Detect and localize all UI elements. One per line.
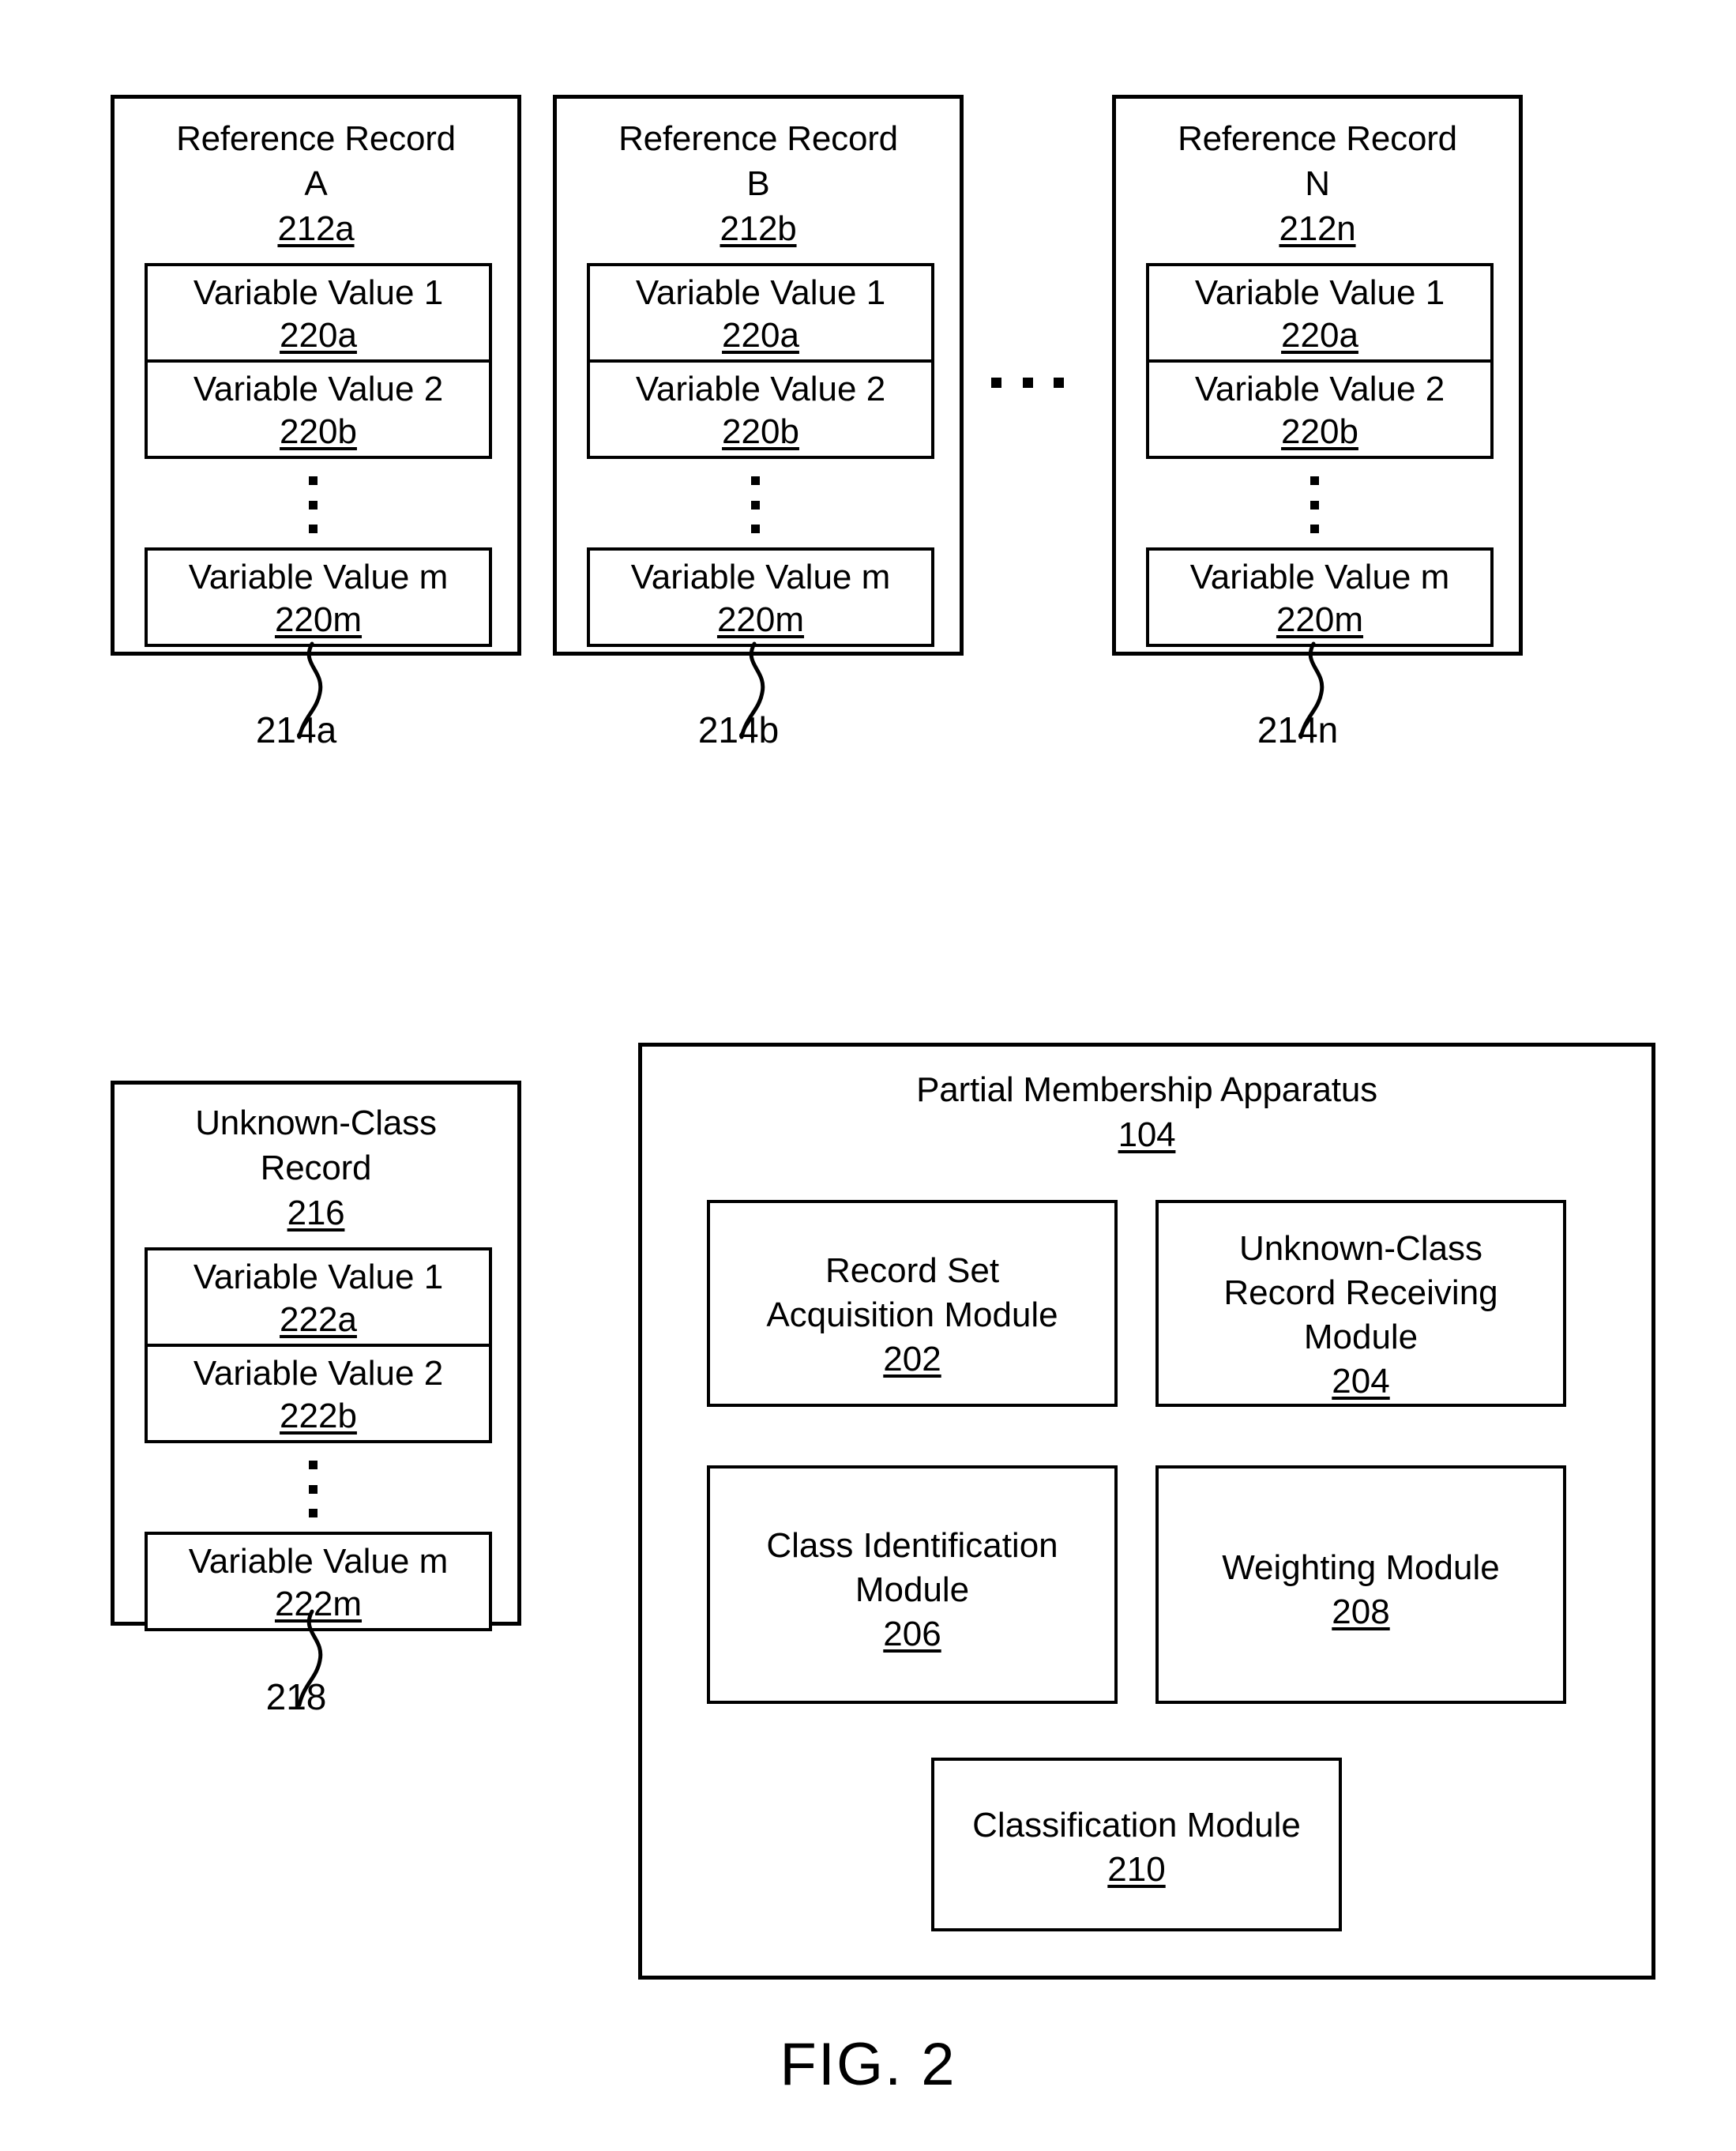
apparatus-ref-number: 104 (1118, 1115, 1176, 1154)
variable-value-label: Variable Value m (630, 558, 891, 596)
variable-value-label: Variable Value 2 (635, 370, 886, 408)
variable-value-label: Variable Value 1 (193, 1258, 444, 1296)
module-ref: 202 (883, 1340, 941, 1378)
apparatus-title: Partial Membership Apparatus (916, 1070, 1377, 1109)
variable-value-label: Variable Value m (1189, 558, 1450, 596)
leader-label-214a: 214a (255, 709, 337, 750)
unknown-class-record: Unknown-Class Record 216 Variable Value … (111, 1081, 521, 1631)
variable-value-label: Variable Value m (188, 1542, 449, 1581)
classification-module: Classification Module 210 (931, 1758, 1342, 1931)
module-label-line1: Record Set (825, 1251, 1000, 1290)
reference-record-b: Reference Record B 212b Variable Value 1… (553, 95, 964, 656)
vertical-ellipsis-icon (751, 476, 760, 533)
horizontal-ellipsis-icon (991, 378, 1064, 388)
variable-value-ref: 222b (280, 1397, 357, 1435)
variable-value-ref: 220a (722, 316, 799, 355)
module-label-line1: Class Identification (766, 1526, 1058, 1565)
leader-label-214b: 214b (697, 709, 780, 750)
module-ref: 210 (1107, 1850, 1166, 1889)
partial-membership-apparatus: Partial Membership Apparatus 104 Record … (638, 1043, 1655, 1980)
module-label-line1: Weighting Module (1222, 1548, 1500, 1587)
record-set-acquisition-module: Record Set Acquisition Module 202 (707, 1200, 1118, 1407)
variable-value-box-220m: Variable Value m 220m (1146, 547, 1494, 647)
variable-value-box-220a: Variable Value 1 220a (145, 263, 492, 363)
variable-value-box-220m: Variable Value m 220m (587, 547, 934, 647)
module-label-line2: Record Receiving (1223, 1273, 1498, 1312)
variable-value-ref: 220b (722, 412, 799, 451)
module-label-line1: Unknown-Class (1238, 1229, 1483, 1268)
variable-value-ref: 220a (280, 316, 357, 355)
variable-value-box-220b: Variable Value 2 220b (587, 359, 934, 459)
vertical-ellipsis-icon (309, 476, 318, 533)
weighting-module: Weighting Module 208 (1155, 1465, 1566, 1704)
module-ref: 204 (1332, 1362, 1390, 1401)
module-label-line2: Module (855, 1570, 970, 1609)
unknown-class-record-ref-number: 216 (287, 1194, 345, 1232)
figure-caption: FIG. 2 (780, 2031, 956, 2098)
vertical-ellipsis-icon (309, 1461, 318, 1517)
vertical-ellipsis-icon (1310, 476, 1319, 533)
module-label-line2: Acquisition Module (766, 1295, 1058, 1334)
variable-value-label: Variable Value 1 (1194, 273, 1445, 312)
reference-record-a-title-line1: Reference Record (176, 119, 456, 158)
module-ref: 208 (1332, 1593, 1390, 1631)
leader-label-214n: 214n (1257, 709, 1339, 750)
reference-record-n: Reference Record N 212n Variable Value 1… (1112, 95, 1523, 656)
reference-record-n-title-line1: Reference Record (1178, 119, 1457, 158)
unknown-class-record-title-line1: Unknown-Class (195, 1104, 437, 1142)
unknown-class-record-receiving-module: Unknown-Class Record Receiving Module 20… (1155, 1200, 1566, 1407)
variable-value-box-222a: Variable Value 1 222a (145, 1247, 492, 1347)
variable-value-ref: 220b (280, 412, 357, 451)
unknown-class-record-title-line2: Record (260, 1149, 372, 1187)
variable-value-label: Variable Value 1 (635, 273, 886, 312)
class-identification-module: Class Identification Module 206 (707, 1465, 1118, 1704)
variable-value-label: Variable Value 2 (193, 370, 444, 408)
reference-record-a-title-line2: A (304, 164, 328, 203)
figure-canvas: Reference Record A 212a Variable Value 1… (0, 0, 1736, 2151)
variable-value-ref: 222a (280, 1300, 357, 1339)
variable-value-box-220a: Variable Value 1 220a (1146, 263, 1494, 363)
variable-value-ref: 220m (1276, 600, 1364, 639)
module-label-line3: Module (1303, 1318, 1418, 1356)
reference-record-a-ref-number: 212a (277, 209, 355, 248)
variable-value-box-220b: Variable Value 2 220b (145, 359, 492, 459)
reference-record-n-title-line2: N (1305, 164, 1330, 203)
reference-record-a: Reference Record A 212a Variable Value 1… (111, 95, 521, 656)
variable-value-label: Variable Value m (188, 558, 449, 596)
variable-value-label: Variable Value 1 (193, 273, 444, 312)
reference-record-b-title-line1: Reference Record (618, 119, 898, 158)
variable-value-ref: 220m (274, 600, 363, 639)
variable-value-box-220m: Variable Value m 220m (145, 547, 492, 647)
reference-record-b-ref-number: 212b (720, 209, 797, 248)
variable-value-box-222b: Variable Value 2 222b (145, 1344, 492, 1443)
module-ref: 206 (883, 1615, 941, 1653)
reference-record-n-ref-number: 212n (1279, 209, 1356, 248)
variable-value-ref: 220b (1281, 412, 1358, 451)
reference-record-b-title-line2: B (746, 164, 770, 203)
variable-value-box-220b: Variable Value 2 220b (1146, 359, 1494, 459)
variable-value-ref: 220m (716, 600, 805, 639)
module-label-line1: Classification Module (972, 1806, 1301, 1845)
variable-value-ref: 220a (1281, 316, 1358, 355)
leader-label-218: 218 (265, 1676, 327, 1717)
variable-value-box-220a: Variable Value 1 220a (587, 263, 934, 363)
variable-value-label: Variable Value 2 (193, 1354, 444, 1393)
variable-value-label: Variable Value 2 (1194, 370, 1445, 408)
